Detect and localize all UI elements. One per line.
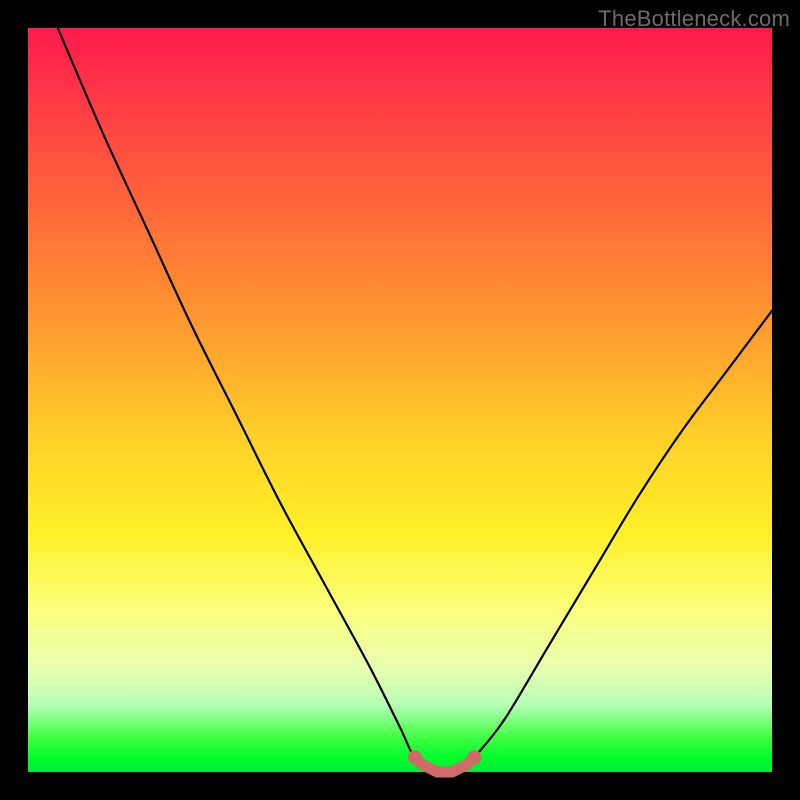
plateau-marker-line [415, 757, 475, 772]
chart-plot-area [28, 28, 772, 772]
plateau-end-left [408, 750, 422, 764]
bottleneck-curve-svg [28, 28, 772, 772]
watermark-text: TheBottleneck.com [598, 6, 790, 32]
bottleneck-curve-line [58, 28, 772, 774]
chart-frame: TheBottleneck.com [0, 0, 800, 800]
plateau-end-right [467, 750, 481, 764]
